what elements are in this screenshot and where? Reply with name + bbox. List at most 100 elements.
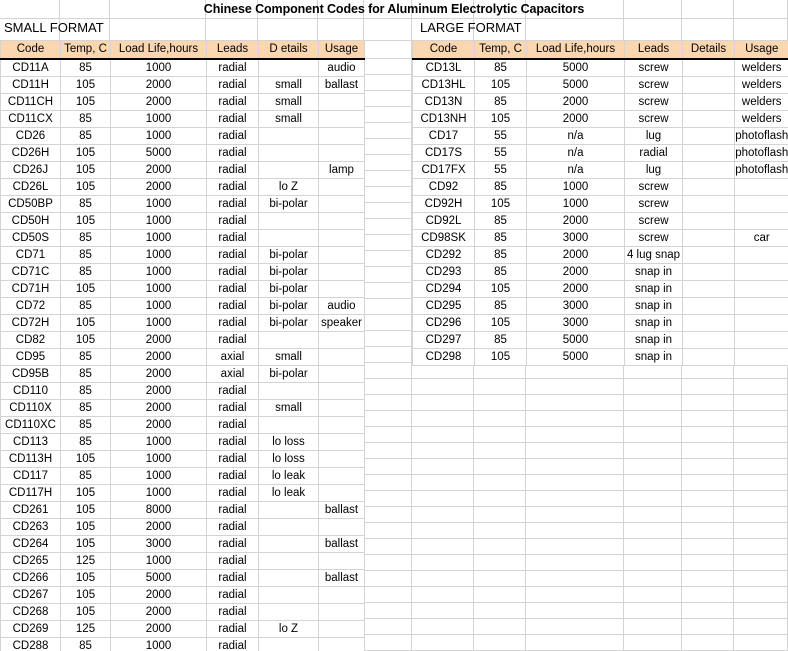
table-cell [318, 382, 365, 400]
table-cell [682, 297, 735, 315]
table-cell: snap in [624, 297, 683, 315]
table-cell [258, 569, 319, 587]
table-cell: 1000 [110, 280, 207, 298]
table-cell: 85 [474, 59, 527, 77]
table-cell: 1000 [110, 212, 207, 230]
table-cell: CD50BP [0, 195, 61, 213]
table-row: CD263 105 2000 radial [0, 518, 365, 536]
table-row: CD98SK 85 3000 screw car [412, 229, 788, 247]
table-row: CD17FX 55 n/a lug photoflash [412, 161, 788, 179]
table-cell: radial [206, 399, 259, 417]
table-cell [258, 229, 319, 247]
small-format-table: Code Temp, C Load Life,hours Leads D etails U… [0, 41, 365, 651]
table-row: CD26 85 1000 radial [0, 127, 365, 145]
table-row: CD297 85 5000 snap in [412, 331, 788, 349]
table-cell: 2000 [110, 93, 207, 111]
table-cell [682, 246, 735, 264]
table-row: CD26H 105 5000 radial [0, 144, 365, 162]
table-cell: 2000 [110, 348, 207, 366]
table-row: CD292 85 2000 4 lug snap [412, 246, 788, 264]
table-cell: CD264 [0, 535, 61, 553]
table-cell: welders [734, 59, 788, 77]
table-row: CD117 85 1000 radial lo leak [0, 467, 365, 485]
table-cell: n/a [526, 127, 625, 145]
table-cell: radial [206, 195, 259, 213]
table-row: CD82 105 2000 radial [0, 331, 365, 349]
table-cell: radial [206, 620, 259, 638]
table-cell: 85 [60, 637, 111, 651]
table-cell: 1000 [526, 178, 625, 196]
table-cell: 85 [60, 365, 111, 383]
table-cell: CD17FX [412, 161, 475, 179]
table-cell: radial [206, 314, 259, 332]
table-cell: 1000 [110, 195, 207, 213]
page-title: Chinese Component Codes for Aluminum Ele… [203, 2, 585, 16]
table-row: CD92L 85 2000 screw [412, 212, 788, 230]
table-row: CD267 105 2000 radial [0, 586, 365, 604]
table-cell [318, 586, 365, 604]
large-format-table-head: Code Temp, C Load Life,hours Leads Details Us… [412, 41, 788, 60]
table-cell [318, 178, 365, 196]
table-cell: 5000 [110, 144, 207, 162]
table-cell: 105 [60, 314, 111, 332]
table-cell: 85 [60, 382, 111, 400]
table-cell: screw [624, 212, 683, 230]
table-cell: radial [206, 450, 259, 468]
section-caption-small-format: SMALL FORMAT [4, 20, 104, 35]
table-cell: CD288 [0, 637, 61, 651]
table-cell [318, 127, 365, 145]
table-cell: axial [206, 365, 259, 383]
table-cell: radial [206, 178, 259, 196]
table-cell: CD110 [0, 382, 61, 400]
small-format-column-header: Load Life,hours [110, 41, 207, 60]
table-cell: 5000 [526, 331, 625, 349]
table-row: CD261 105 8000 radial ballast [0, 501, 365, 519]
table-cell: CD50S [0, 229, 61, 247]
table-cell [682, 93, 735, 111]
table-cell: ballast [318, 569, 365, 587]
table-cell: 105 [60, 280, 111, 298]
table-cell: 2000 [110, 178, 207, 196]
table-cell: 55 [474, 161, 527, 179]
large-format-table: Code Temp, C Load Life,hours Leads Details Us… [412, 41, 788, 366]
table-cell [682, 110, 735, 128]
table-row: CD17 55 n/a lug photoflash [412, 127, 788, 145]
table-row: CD110 85 2000 radial [0, 382, 365, 400]
table-cell: speaker [318, 314, 365, 332]
table-cell: radial [206, 586, 259, 604]
table-cell: CD295 [412, 297, 475, 315]
table-row: CD50H 105 1000 radial [0, 212, 365, 230]
spreadsheet-sheet: Chinese Component Codes for Aluminum Ele… [0, 0, 788, 651]
table-cell: small [258, 399, 319, 417]
table-cell: screw [624, 178, 683, 196]
table-cell: CD13NH [412, 110, 475, 128]
table-cell: CD265 [0, 552, 61, 570]
table-row: CD50S 85 1000 radial [0, 229, 365, 247]
table-row: CD26J 105 2000 radial lamp [0, 161, 365, 179]
table-cell: 85 [474, 178, 527, 196]
table-cell: radial [206, 382, 259, 400]
table-cell: screw [624, 195, 683, 213]
large-format-column-header: Leads [624, 41, 683, 60]
table-cell: 85 [60, 195, 111, 213]
table-cell: 2000 [110, 603, 207, 621]
table-row: CD95B 85 2000 axial bi-polar [0, 365, 365, 383]
table-cell: 2000 [110, 518, 207, 536]
table-cell [734, 263, 788, 281]
table-cell: 1000 [110, 229, 207, 247]
table-cell: 1000 [110, 637, 207, 651]
table-cell [258, 637, 319, 651]
table-cell: radial [206, 552, 259, 570]
table-cell: snap in [624, 331, 683, 349]
table-cell: CD263 [0, 518, 61, 536]
table-cell: lo loss [258, 433, 319, 451]
table-cell: car [734, 229, 788, 247]
table-cell: small [258, 76, 319, 94]
table-cell: screw [624, 76, 683, 94]
table-cell: 2000 [110, 161, 207, 179]
table-cell [734, 280, 788, 298]
table-cell: 2000 [526, 263, 625, 281]
table-cell: 2000 [110, 76, 207, 94]
table-row: CD71H 105 1000 radial bi-polar [0, 280, 365, 298]
table-cell: CD92 [412, 178, 475, 196]
